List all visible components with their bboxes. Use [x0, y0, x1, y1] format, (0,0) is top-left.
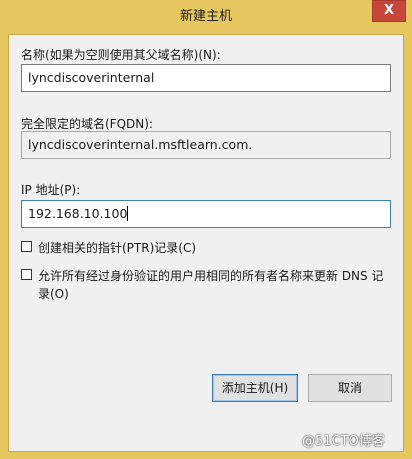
new-host-dialog: 新建主机 X 名称(如果为空则使用其父域名称)(N): lyncdiscover… — [0, 0, 412, 459]
ptr-checkbox-row[interactable]: 创建相关的指针(PTR)记录(C) — [21, 240, 391, 257]
fqdn-field: lyncdiscoverinternal.msftlearn.com. — [21, 131, 391, 159]
dialog-title: 新建主机 — [179, 9, 232, 24]
cancel-button[interactable]: 取消 — [308, 374, 392, 402]
ip-address-label: IP 地址(P): — [21, 183, 81, 197]
allow-update-checkbox-row[interactable]: 允许所有经过身份验证的用户用相同的所有者名称来更新 DNS 记录(O) — [21, 267, 391, 303]
allow-update-checkbox-label[interactable]: 允许所有经过身份验证的用户用相同的所有者名称来更新 DNS 记录(O) — [38, 267, 388, 303]
site-watermark: @51CTO博客 — [302, 434, 385, 449]
name-input-value: lyncdiscoverinternal — [28, 70, 155, 85]
ip-address-input[interactable]: 192.168.10.100 — [21, 200, 391, 228]
name-label: 名称(如果为空则使用其父域名称)(N): — [21, 48, 221, 62]
add-host-button[interactable]: 添加主机(H) — [212, 374, 298, 402]
title-bar[interactable]: 新建主机 X — [0, 0, 412, 34]
name-input[interactable]: lyncdiscoverinternal — [21, 64, 391, 92]
text-caret — [127, 206, 129, 221]
ptr-checkbox[interactable] — [21, 241, 32, 252]
fqdn-label: 完全限定的域名(FQDN): — [21, 117, 153, 131]
close-icon: X — [383, 3, 395, 18]
ptr-checkbox-label[interactable]: 创建相关的指针(PTR)记录(C) — [38, 240, 388, 257]
ip-address-value: 192.168.10.100 — [28, 206, 128, 221]
close-button[interactable]: X — [372, 0, 406, 22]
fqdn-value: lyncdiscoverinternal.msftlearn.com. — [28, 137, 253, 152]
allow-update-checkbox[interactable] — [21, 269, 32, 280]
